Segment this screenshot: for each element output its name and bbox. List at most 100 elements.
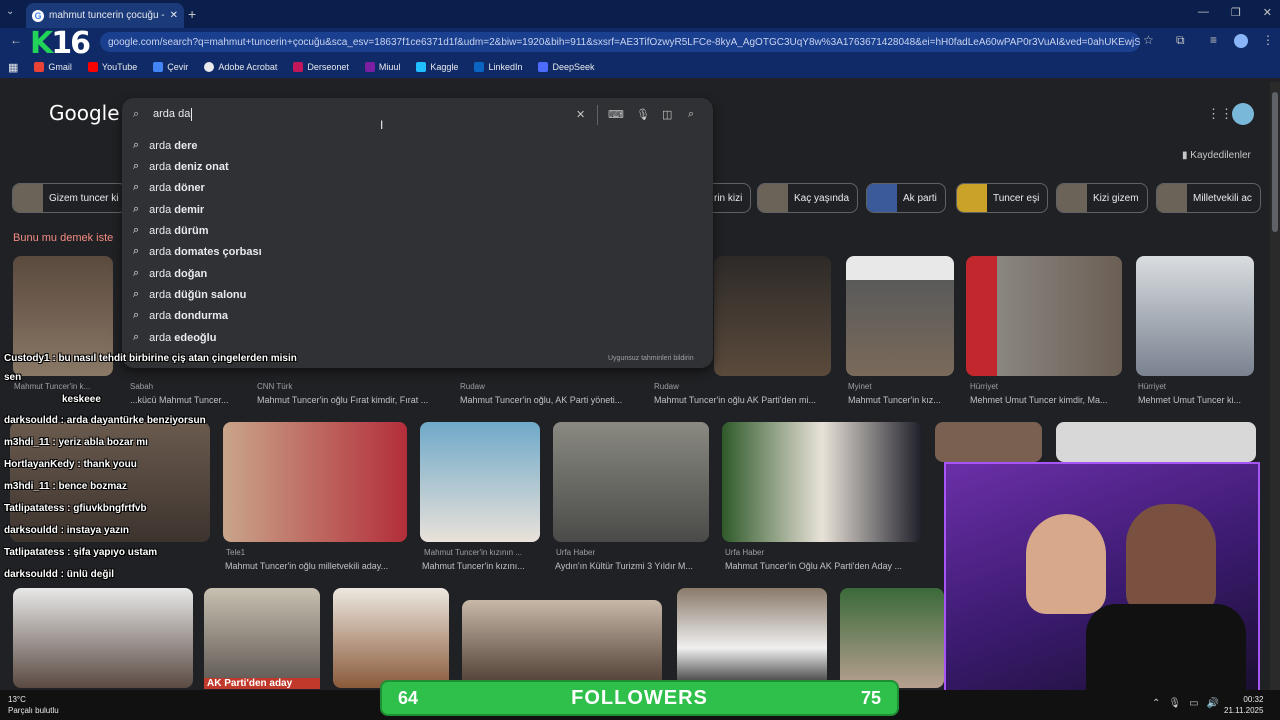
new-tab-icon[interactable]: + <box>188 6 196 22</box>
image-result[interactable] <box>1136 256 1254 376</box>
menu-icon[interactable]: ⋮ <box>1262 33 1274 47</box>
image-result[interactable] <box>1056 422 1256 462</box>
suggestion-item[interactable]: ⌕ arda demir <box>133 199 204 220</box>
network-icon[interactable]: ▭ <box>1189 698 1198 709</box>
search-submit-icon[interactable]: ⌕ <box>688 108 694 121</box>
suggestion-item[interactable]: ⌕ arda düğün salonu <box>133 284 246 305</box>
chip-6[interactable]: Kizi gizem <box>1056 183 1148 213</box>
bookmark-gmail[interactable]: Gmail <box>34 62 72 72</box>
image-result[interactable] <box>722 422 922 542</box>
image-caption[interactable]: Mahmut Tuncer'in oğlu milletvekili aday.… <box>225 561 410 571</box>
image-result[interactable] <box>846 256 954 376</box>
apps-grid-icon[interactable]: ▦ <box>8 61 18 74</box>
image-result[interactable] <box>840 588 944 688</box>
suggestion-item[interactable]: ⌕ arda döner <box>133 177 205 198</box>
chip-7[interactable]: Milletvekili ac <box>1156 183 1261 213</box>
profile-icon[interactable] <box>1234 34 1248 48</box>
suggestion-item[interactable]: ⌕ arda doğan <box>133 263 207 284</box>
chat-message: m3hdi_11 : bence bozmaz <box>4 481 127 492</box>
bookmark-cevir[interactable]: Çevir <box>153 62 188 72</box>
suggestion-item[interactable]: ⌕ arda edeoğlu <box>133 327 216 348</box>
image-result[interactable] <box>333 588 449 688</box>
image-result[interactable] <box>966 256 1122 376</box>
chip-2[interactable]: rin kizi <box>712 183 752 213</box>
avatar[interactable] <box>1232 103 1254 125</box>
bookmark-kaggle[interactable]: Kaggle <box>416 62 458 72</box>
chip-5[interactable]: Tuncer eşi <box>956 183 1049 213</box>
bookmark-derseonet[interactable]: Derseonet <box>293 62 349 72</box>
image-caption[interactable]: Aydın'ın Kültür Turizmi 3 Yıldır M... <box>555 561 710 571</box>
bookmark-star-icon[interactable]: ☆ <box>1143 33 1154 47</box>
image-result[interactable] <box>13 588 193 688</box>
image-result[interactable] <box>714 256 831 376</box>
image-result[interactable] <box>553 422 709 542</box>
tab-search-icon[interactable]: ⌄ <box>6 6 14 17</box>
maximize-icon[interactable]: ❐ <box>1231 6 1241 19</box>
scrollbar[interactable] <box>1270 82 1280 690</box>
microphone-icon[interactable]: 🎙 <box>1168 698 1181 709</box>
text-caret <box>191 108 192 121</box>
suggestion-item[interactable]: ⌕ arda dere <box>133 135 198 156</box>
chevron-up-icon[interactable]: ⌃ <box>1152 698 1160 709</box>
image-caption[interactable]: Mahmut Tuncer'in oğlu AK Parti'den mi... <box>654 395 834 405</box>
image-caption[interactable]: ...kücü Mahmut Tuncer... <box>130 395 240 405</box>
suggestion-item[interactable]: ⌕ arda domates çorbası <box>133 241 262 262</box>
image-caption[interactable]: Mahmut Tuncer'in Oğlu AK Parti'den Aday … <box>725 561 930 571</box>
bookmark-youtube[interactable]: YouTube <box>87 62 137 72</box>
image-result[interactable] <box>204 588 320 688</box>
deepseek-icon <box>538 62 549 72</box>
image-caption[interactable]: Mahmut Tuncer'in oğlu Fırat kimdir, Fıra… <box>257 395 447 405</box>
image-caption[interactable]: Mehmet Umut Tuncer kimdir, Ma... <box>970 395 1122 405</box>
suggestion-item[interactable]: ⌕ arda dondurma <box>133 305 228 326</box>
suggestion-item[interactable]: ⌕ arda dürüm <box>133 220 208 241</box>
clock[interactable]: 00:32 21.11.2025 <box>1224 694 1263 716</box>
search-input[interactable]: arda da <box>153 108 190 120</box>
bookmark-miuul[interactable]: Miuul <box>364 62 400 72</box>
bookmark-linkedin[interactable]: LinkedIn <box>474 62 522 72</box>
chip-3[interactable]: Kaç yaşında <box>757 183 859 213</box>
chip-4[interactable]: Ak parti <box>866 183 946 213</box>
media-icon[interactable]: ≡ <box>1210 33 1217 47</box>
keyboard-icon[interactable]: ⌨ <box>608 108 624 121</box>
bookmark-adobe[interactable]: Adobe Acrobat <box>204 62 277 72</box>
chat-message: sen <box>4 372 22 383</box>
google-apps-icon[interactable]: ⋮⋮ <box>1207 106 1233 122</box>
image-caption[interactable]: Mahmut Tuncer'in kızını... <box>422 561 540 571</box>
image-result[interactable] <box>420 422 540 542</box>
volume-icon[interactable]: 🔊 <box>1207 698 1219 709</box>
back-icon[interactable]: ← <box>10 33 22 47</box>
close-tab-icon[interactable]: ✕ <box>170 10 178 21</box>
chip-thumbnail <box>1057 184 1087 212</box>
bookmark-deepseek[interactable]: DeepSeek <box>538 62 595 72</box>
report-predictions-link[interactable]: Uygunsuz tahminleri bildirin <box>608 355 694 362</box>
chat-message: m3hdi_11 : yeriz abla bozar mı <box>4 437 148 448</box>
image-source: Rudaw <box>654 382 679 391</box>
close-window-icon[interactable]: ✕ <box>1263 6 1272 19</box>
extensions-icon[interactable]: ⧉ <box>1176 33 1185 48</box>
image-result[interactable] <box>462 600 662 688</box>
image-caption[interactable]: Mahmut Tuncer'in kız... <box>848 395 954 405</box>
chip-1[interactable]: Gizem tuncer ki <box>12 183 128 213</box>
google-logo[interactable]: Google <box>49 101 120 125</box>
camera-lens-icon[interactable]: ◫ <box>662 108 672 121</box>
image-caption[interactable]: Mehmet Umut Tuncer ki... <box>1138 395 1258 405</box>
chat-message: darksouldd : instaya yazın <box>4 525 130 536</box>
chat-message: Tatlipatatess : gfiuvkbngfrtfvb <box>4 503 147 514</box>
weather-widget[interactable]: 13°C Parçalı bulutlu <box>8 694 59 716</box>
image-result[interactable] <box>935 422 1042 462</box>
suggestion-item[interactable]: ⌕ arda deniz onat <box>133 156 229 177</box>
miuul-icon <box>364 62 375 72</box>
image-result[interactable] <box>223 422 407 542</box>
minimize-icon[interactable]: — <box>1198 6 1209 19</box>
did-you-mean[interactable]: Bunu mu demek iste <box>13 232 113 244</box>
image-caption[interactable]: Mahmut Tuncer'in oğlu, AK Parti yöneti..… <box>460 395 640 405</box>
address-bar[interactable]: google.com/search?q=mahmut+tuncerin+çocu… <box>100 32 1140 52</box>
chat-message: HortlayanKedy : thank youu <box>4 459 137 470</box>
tab-active[interactable]: G mahmut tuncerin çocuğu - Go ✕ <box>26 3 184 28</box>
clear-search-icon[interactable]: ✕ <box>576 108 585 121</box>
image-result[interactable] <box>677 588 827 688</box>
scrollbar-thumb[interactable] <box>1272 92 1278 232</box>
system-tray: ⌃ 🎙 ▭ 🔊 <box>1152 698 1219 709</box>
saved-link[interactable]: ▮ Kaydedilenler <box>1182 150 1251 161</box>
microphone-icon[interactable]: 🎙 <box>636 108 650 121</box>
